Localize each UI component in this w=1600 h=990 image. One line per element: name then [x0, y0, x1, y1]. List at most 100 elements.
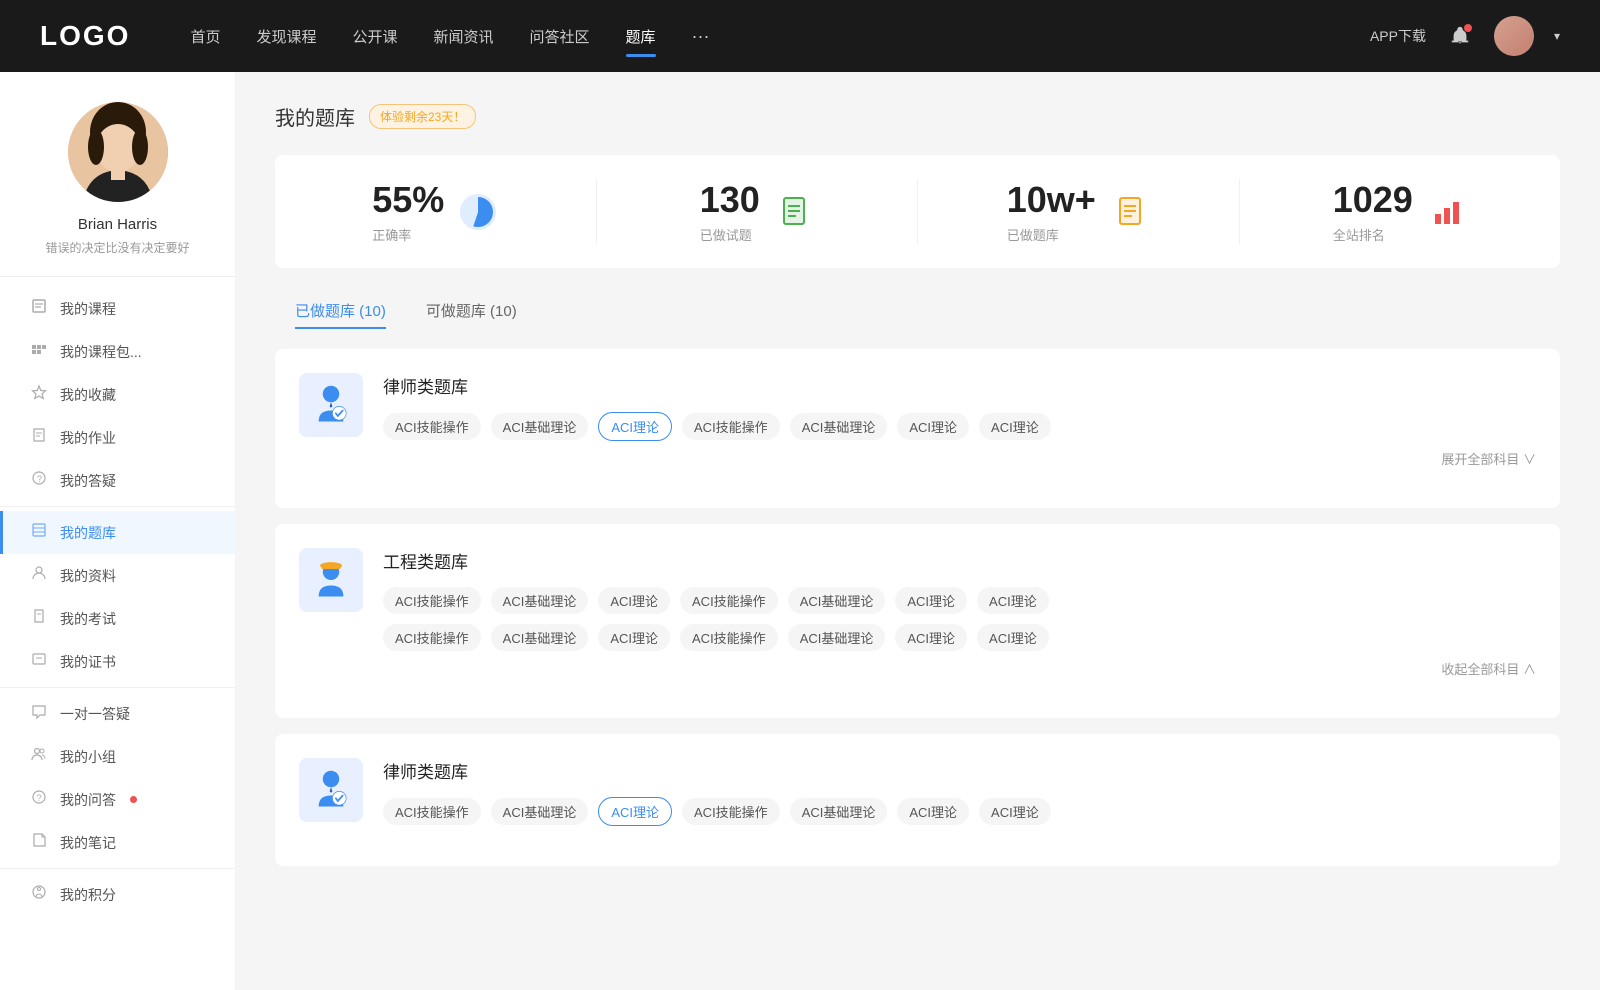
tag-lawyer2-5[interactable]: ACI理论 [897, 798, 969, 825]
sidebar-item-my-package[interactable]: 我的课程包... [0, 330, 235, 373]
stat-ranking: 1029 全站排名 [1240, 179, 1561, 244]
sidebar-item-my-homework[interactable]: 我的作业 [0, 416, 235, 459]
tag-eng1-r1-5[interactable]: ACI理论 [895, 587, 967, 614]
chat-icon [30, 703, 48, 724]
tag-lawyer2-6[interactable]: ACI理论 [979, 798, 1051, 825]
sidebar-item-my-cert[interactable]: 我的证书 [0, 640, 235, 683]
sidebar-divider-3 [0, 868, 235, 869]
tag-eng1-r2-4[interactable]: ACI基础理论 [788, 624, 886, 651]
logo: LOGO [40, 20, 130, 52]
sidebar: Brian Harris 错误的决定比没有决定要好 我的课程 我的课程包... [0, 72, 235, 990]
profile-icon [30, 565, 48, 586]
tag-eng1-r2-1[interactable]: ACI基础理论 [491, 624, 589, 651]
sidebar-item-my-bank[interactable]: 我的题库 [0, 511, 235, 554]
pie-chart-icon [460, 194, 496, 230]
sidebar-item-my-question[interactable]: ? 我的答疑 [0, 459, 235, 502]
qbank-tags-engineer1-row1: ACI技能操作 ACI基础理论 ACI理论 ACI技能操作 ACI基础理论 AC… [383, 587, 1536, 614]
tag-eng1-r2-0[interactable]: ACI技能操作 [383, 624, 481, 651]
tag-eng1-r1-4[interactable]: ACI基础理论 [788, 587, 886, 614]
navbar-right: APP下载 ▾ [1370, 16, 1560, 56]
tag-eng1-r1-6[interactable]: ACI理论 [977, 587, 1049, 614]
sidebar-item-my-favorite[interactable]: 我的收藏 [0, 373, 235, 416]
nav-open-course[interactable]: 公开课 [352, 22, 397, 51]
sidebar-item-my-notes[interactable]: 我的笔记 [0, 821, 235, 864]
tag-lawyer2-2[interactable]: ACI理论 [598, 797, 672, 826]
qbank-header-lawyer2: 律师类题库 ACI技能操作 ACI基础理论 ACI理论 ACI技能操作 ACI基… [299, 758, 1536, 826]
nav-news[interactable]: 新闻资讯 [434, 22, 494, 51]
profile-avatar [68, 102, 168, 202]
stat-questions-done: 130 已做试题 [597, 179, 919, 244]
svg-text:?: ? [37, 474, 42, 484]
sidebar-nav: 我的课程 我的课程包... 我的收藏 我的作业 [0, 277, 235, 926]
tag-lawyer2-1[interactable]: ACI基础理论 [491, 798, 589, 825]
tag-lawyer1-2[interactable]: ACI理论 [598, 412, 672, 441]
tag-eng1-r2-5[interactable]: ACI理论 [895, 624, 967, 651]
star-icon [30, 384, 48, 405]
app-download-button[interactable]: APP下载 [1370, 26, 1426, 46]
tag-lawyer1-3[interactable]: ACI技能操作 [682, 413, 780, 440]
expand-link-lawyer1[interactable]: 展开全部科目 ∨ [383, 449, 1536, 468]
nav-discover[interactable]: 发现课程 [256, 22, 316, 51]
sidebar-item-my-qa[interactable]: ? 我的问答 [0, 778, 235, 821]
stats-row: 55% 正确率 130 已做试题 [275, 155, 1560, 268]
group-icon [30, 746, 48, 767]
nav-more[interactable]: ··· [692, 26, 710, 47]
tag-eng1-r2-3[interactable]: ACI技能操作 [680, 624, 778, 651]
qbank-tags-engineer1-row2: ACI技能操作 ACI基础理论 ACI理论 ACI技能操作 ACI基础理论 AC… [383, 624, 1536, 651]
qbank-tags-lawyer1: ACI技能操作 ACI基础理论 ACI理论 ACI技能操作 ACI基础理论 AC… [383, 412, 1536, 441]
sidebar-item-my-points[interactable]: 我的积分 [0, 873, 235, 916]
sidebar-profile: Brian Harris 错误的决定比没有决定要好 [0, 72, 235, 277]
tag-lawyer1-1[interactable]: ACI基础理论 [491, 413, 589, 440]
sidebar-item-my-profile[interactable]: 我的资料 [0, 554, 235, 597]
notification-bell[interactable] [1446, 22, 1474, 50]
tag-lawyer2-3[interactable]: ACI技能操作 [682, 798, 780, 825]
tag-eng1-r1-0[interactable]: ACI技能操作 [383, 587, 481, 614]
tag-lawyer2-4[interactable]: ACI基础理论 [790, 798, 888, 825]
questions-done-value: 130 [700, 179, 760, 221]
qbank-avatar-lawyer2 [299, 758, 363, 822]
nav-qa[interactable]: 问答社区 [530, 22, 590, 51]
page-wrapper: Brian Harris 错误的决定比没有决定要好 我的课程 我的课程包... [0, 72, 1600, 990]
tab-done-banks[interactable]: 已做题库 (10) [275, 292, 406, 329]
svg-text:?: ? [37, 793, 42, 803]
tag-eng1-r1-2[interactable]: ACI理论 [598, 587, 670, 614]
tabs-row: 已做题库 (10) 可做题库 (10) [275, 292, 1560, 329]
tag-eng1-r1-3[interactable]: ACI技能操作 [680, 587, 778, 614]
sidebar-item-my-course[interactable]: 我的课程 [0, 287, 235, 330]
accuracy-value: 55% [372, 179, 444, 221]
tag-lawyer2-0[interactable]: ACI技能操作 [383, 798, 481, 825]
tag-eng1-r2-2[interactable]: ACI理论 [598, 624, 670, 651]
accuracy-icon [458, 192, 498, 232]
sidebar-item-my-group[interactable]: 我的小组 [0, 735, 235, 778]
doc-orange-icon [1114, 196, 1146, 228]
qbank-title-lawyer1: 律师类题库 [383, 373, 1536, 398]
stat-banks-text: 10w+ 已做题库 [1007, 179, 1096, 244]
sidebar-item-one-on-one[interactable]: 一对一答疑 [0, 692, 235, 735]
sidebar-item-my-exam[interactable]: 我的考试 [0, 597, 235, 640]
user-avatar[interactable] [1494, 16, 1534, 56]
ranking-icon [1427, 192, 1467, 232]
qbank-header-lawyer1: 律师类题库 ACI技能操作 ACI基础理论 ACI理论 ACI技能操作 ACI基… [299, 373, 1536, 468]
banks-done-value: 10w+ [1007, 179, 1096, 221]
tag-eng1-r1-1[interactable]: ACI基础理论 [491, 587, 589, 614]
qbank-card-lawyer2: 律师类题库 ACI技能操作 ACI基础理论 ACI理论 ACI技能操作 ACI基… [275, 734, 1560, 866]
ranking-value: 1029 [1333, 179, 1413, 221]
points-icon [30, 884, 48, 905]
tag-eng1-r2-6[interactable]: ACI理论 [977, 624, 1049, 651]
nav-home[interactable]: 首页 [190, 22, 220, 51]
tag-lawyer1-4[interactable]: ACI基础理论 [790, 413, 888, 440]
navbar: LOGO 首页 发现课程 公开课 新闻资讯 问答社区 题库 ··· APP下载 … [0, 0, 1600, 72]
bar-chart-red-icon [1431, 196, 1463, 228]
tag-lawyer1-6[interactable]: ACI理论 [979, 413, 1051, 440]
package-icon [30, 341, 48, 362]
qbank-content-lawyer2: 律师类题库 ACI技能操作 ACI基础理论 ACI理论 ACI技能操作 ACI基… [383, 758, 1536, 826]
banks-done-label: 已做题库 [1007, 225, 1096, 244]
qbank-content-engineer1: 工程类题库 ACI技能操作 ACI基础理论 ACI理论 ACI技能操作 ACI基… [383, 548, 1536, 678]
questions-done-icon [774, 192, 814, 232]
collapse-link-engineer1[interactable]: 收起全部科目 ∧ [383, 659, 1536, 678]
tag-lawyer1-0[interactable]: ACI技能操作 [383, 413, 481, 440]
nav-question-bank[interactable]: 题库 [626, 22, 656, 51]
tag-lawyer1-5[interactable]: ACI理论 [897, 413, 969, 440]
tab-available-banks[interactable]: 可做题库 (10) [406, 292, 537, 329]
user-menu-chevron[interactable]: ▾ [1554, 29, 1560, 43]
